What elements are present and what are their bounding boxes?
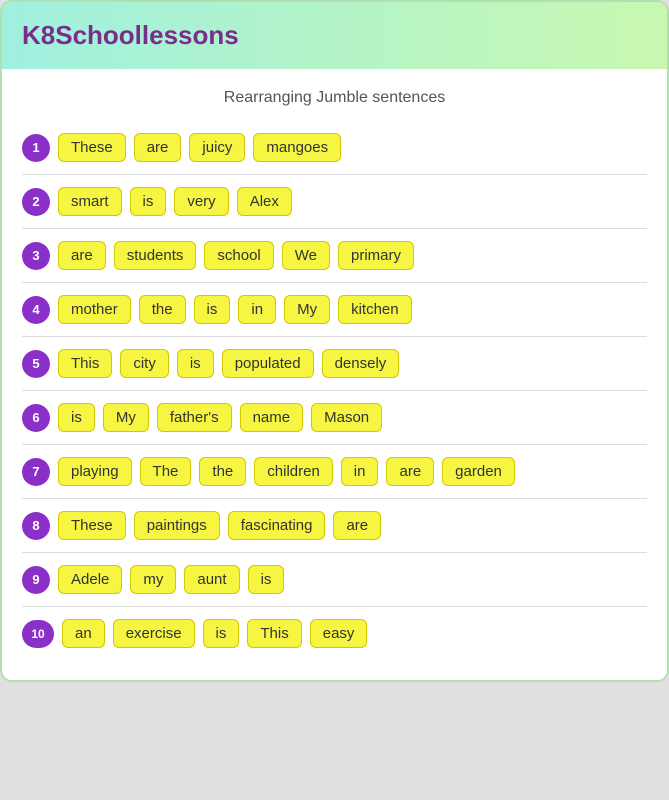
word-chip[interactable]: easy [310,619,368,648]
word-chip[interactable]: fascinating [228,511,326,540]
word-chip[interactable]: father's [157,403,232,432]
word-chip[interactable]: The [140,457,192,486]
sentence-row: 9 Adelemyauntis [22,553,647,607]
word-chip[interactable]: name [240,403,304,432]
sentence-row: 7 playing Thethe children inare garden [22,445,647,499]
number-badge: 6 [22,404,50,432]
word-chip[interactable]: garden [442,457,515,486]
word-chip[interactable]: densely [322,349,400,378]
word-chip[interactable]: paintings [134,511,220,540]
number-badge: 9 [22,566,50,594]
word-chip[interactable]: in [238,295,276,324]
number-badge: 10 [22,620,54,648]
number-badge: 4 [22,296,50,324]
sentence-row: 3 are studentsschool We primary [22,229,647,283]
word-chip[interactable]: Mason [311,403,382,432]
sentence-row: 10 an exercise isThis easy [22,607,647,660]
word-chip[interactable]: the [199,457,246,486]
sentence-row: 1 These arejuicy mangoes [22,121,647,175]
word-chip[interactable]: smart [58,187,122,216]
word-chip[interactable]: is [177,349,214,378]
word-chip[interactable]: children [254,457,333,486]
word-chip[interactable]: This [58,349,112,378]
word-chip[interactable]: students [114,241,197,270]
word-chip[interactable]: are [386,457,434,486]
number-badge: 2 [22,188,50,216]
word-chip[interactable]: We [282,241,330,270]
app-title: K8Schoollessons [22,20,239,50]
word-chip[interactable]: is [130,187,167,216]
word-chip[interactable]: an [62,619,105,648]
word-chip[interactable]: very [174,187,228,216]
word-chip[interactable]: This [247,619,301,648]
word-chip[interactable]: is [203,619,240,648]
sentences-container: 1Thesearejuicymangoes2smartisveryAlex3ar… [22,121,647,660]
word-chip[interactable]: These [58,511,126,540]
word-chip[interactable]: Alex [237,187,292,216]
page-title: Rearranging Jumble sentences [22,89,647,107]
word-chip[interactable]: primary [338,241,414,270]
number-badge: 8 [22,512,50,540]
word-chip[interactable]: Adele [58,565,122,594]
word-chip[interactable]: mother [58,295,131,324]
word-chip[interactable]: my [130,565,176,594]
word-chip[interactable]: is [248,565,285,594]
word-chip[interactable]: exercise [113,619,195,648]
word-chip[interactable]: These [58,133,126,162]
word-chip[interactable]: populated [222,349,314,378]
word-chip[interactable]: My [284,295,330,324]
word-chip[interactable]: is [194,295,231,324]
main-card: K8Schoollessons Rearranging Jumble sente… [0,0,669,682]
word-chip[interactable]: in [341,457,379,486]
word-chip[interactable]: are [134,133,182,162]
word-chip[interactable]: playing [58,457,132,486]
number-badge: 7 [22,458,50,486]
word-chip[interactable]: school [204,241,273,270]
word-chip[interactable]: aunt [184,565,239,594]
number-badge: 1 [22,134,50,162]
word-chip[interactable]: mangoes [253,133,341,162]
word-chip[interactable]: kitchen [338,295,412,324]
number-badge: 3 [22,242,50,270]
word-chip[interactable]: are [333,511,381,540]
word-chip[interactable]: city [120,349,169,378]
word-chip[interactable]: are [58,241,106,270]
sentence-row: 5 This cityis populated densely [22,337,647,391]
word-chip[interactable]: the [139,295,186,324]
number-badge: 5 [22,350,50,378]
content-area: Rearranging Jumble sentences 1Theseareju… [2,69,667,680]
sentence-row: 4 mother theisin My kitchen [22,283,647,337]
word-chip[interactable]: is [58,403,95,432]
word-chip[interactable]: My [103,403,149,432]
sentence-row: 6 is My father's nameMason [22,391,647,445]
header: K8Schoollessons [2,2,667,69]
sentence-row: 2 smartisvery Alex [22,175,647,229]
word-chip[interactable]: juicy [189,133,245,162]
sentence-row: 8 These paintings fascinatingare [22,499,647,553]
